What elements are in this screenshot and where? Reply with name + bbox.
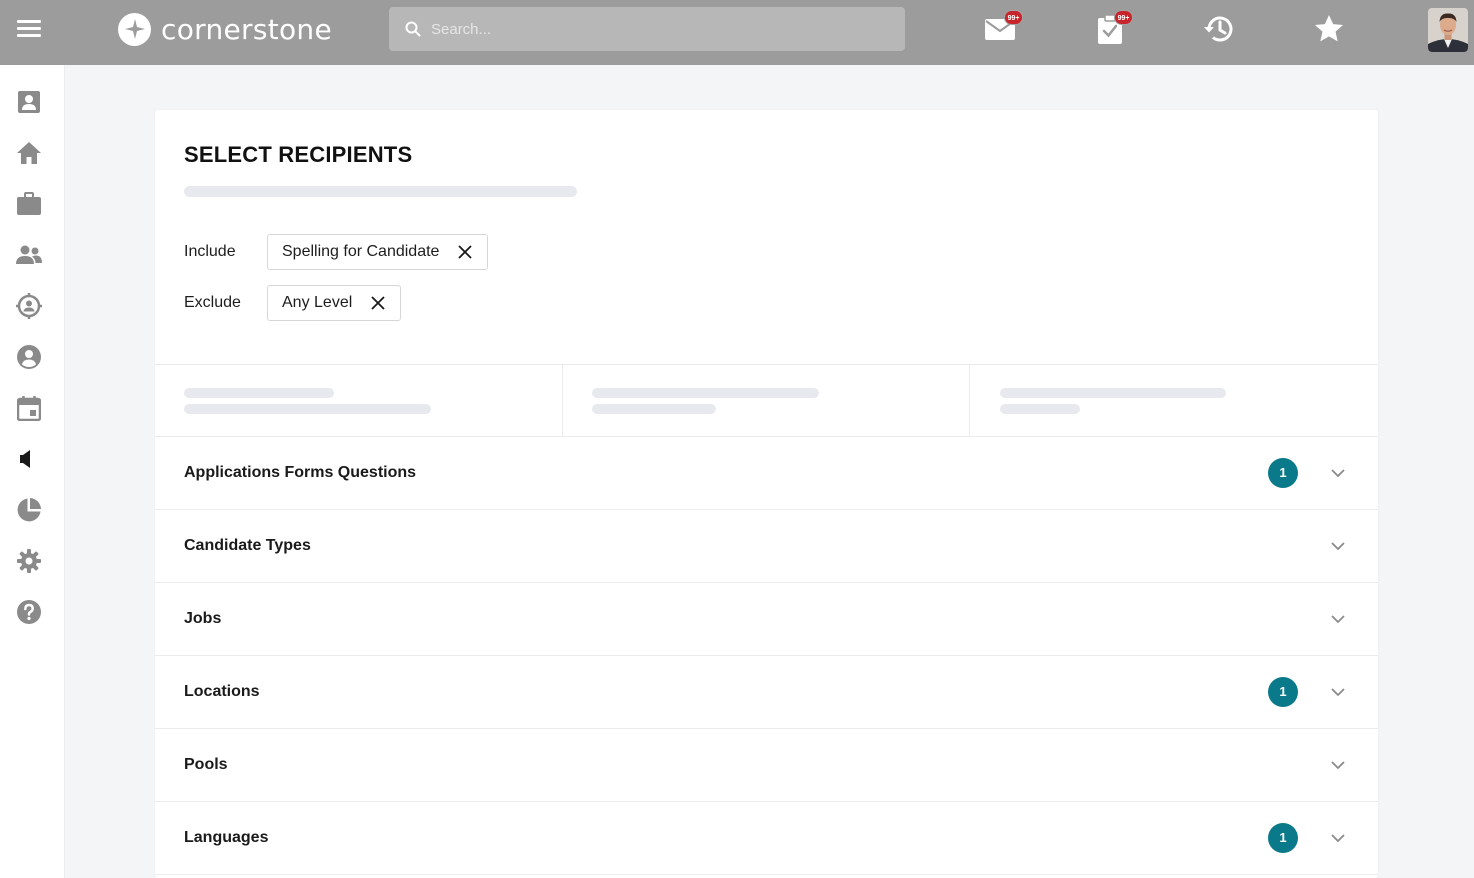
section-languages[interactable]: Languages 1 <box>155 802 1378 875</box>
sidebar-item-profile[interactable] <box>14 87 44 117</box>
chevron-down-icon[interactable] <box>1330 757 1346 773</box>
gear-icon <box>17 549 41 573</box>
pie-chart-icon <box>17 498 41 522</box>
history-icon <box>1204 16 1233 42</box>
target-person-icon <box>16 293 42 319</box>
sidebar-item-people[interactable] <box>14 240 44 270</box>
sidebar-item-campaigns[interactable] <box>14 444 44 474</box>
section-label: Pools <box>184 756 228 773</box>
search-bar[interactable] <box>389 7 905 51</box>
calendar-icon <box>17 396 41 421</box>
sidebar-item-help[interactable] <box>14 597 44 627</box>
loading-placeholder <box>184 404 431 414</box>
section-label: Jobs <box>184 610 222 627</box>
section-label: Applications Forms Questions <box>184 464 417 481</box>
sidebar-item-sourcing[interactable] <box>14 291 44 321</box>
cornerstone-logo[interactable]: cornerstone <box>118 12 332 46</box>
tasks-button[interactable]: 99+ <box>1090 10 1133 48</box>
help-icon <box>17 600 41 624</box>
stats-strip <box>155 364 1378 437</box>
section-candidate-types[interactable]: Candidate Types <box>155 510 1378 583</box>
sidebar-item-candidates[interactable] <box>14 342 44 372</box>
include-chip-value: Spelling for Candidate <box>282 243 440 260</box>
megaphone-icon <box>20 450 30 468</box>
menu-icon[interactable] <box>17 20 41 38</box>
exclude-label: Exclude <box>184 294 241 311</box>
page-title: SELECT RECIPIENTS <box>184 142 413 167</box>
sidebar-item-reports[interactable] <box>14 495 44 525</box>
profile-card-icon <box>18 91 40 113</box>
select-recipients-card: SELECT RECIPIENTS Include Spelling for C… <box>155 110 1378 878</box>
count-badge: 1 <box>1268 823 1298 853</box>
favorites-button[interactable] <box>1309 10 1349 48</box>
loading-placeholder <box>1000 388 1226 398</box>
include-label: Include <box>184 243 236 260</box>
history-button[interactable] <box>1199 10 1239 48</box>
sidebar-item-home[interactable] <box>14 138 44 168</box>
top-bar: cornerstone 99+ 99+ <box>0 0 1474 65</box>
section-label: Languages <box>184 829 269 846</box>
loading-placeholder <box>184 186 577 197</box>
user-avatar[interactable] <box>1428 8 1468 52</box>
sidebar-item-settings[interactable] <box>14 546 44 576</box>
loading-placeholder <box>592 404 716 414</box>
section-jobs[interactable]: Jobs <box>155 583 1378 656</box>
mail-badge: 99+ <box>1004 10 1023 25</box>
people-icon <box>16 245 42 264</box>
chevron-down-icon[interactable] <box>1330 465 1346 481</box>
sidebar-item-jobs[interactable] <box>14 189 44 219</box>
sidebar-item-calendar[interactable] <box>14 393 44 423</box>
mail-button[interactable]: 99+ <box>980 10 1023 48</box>
remove-include-button[interactable] <box>457 244 473 260</box>
loading-placeholder <box>592 388 819 398</box>
loading-placeholder <box>1000 404 1080 414</box>
include-chip: Spelling for Candidate <box>267 234 489 270</box>
search-input[interactable] <box>431 20 871 38</box>
remove-exclude-button[interactable] <box>370 295 386 311</box>
close-icon <box>371 296 385 310</box>
star-icon <box>1315 15 1343 42</box>
chevron-down-icon[interactable] <box>1330 684 1346 700</box>
chevron-down-icon[interactable] <box>1330 830 1346 846</box>
tasks-badge: 99+ <box>1114 10 1133 25</box>
left-sidebar <box>0 65 65 878</box>
chevron-down-icon[interactable] <box>1330 611 1346 627</box>
close-icon <box>458 245 473 259</box>
exclude-chip: Any Level <box>267 285 402 321</box>
home-icon <box>17 142 41 164</box>
logo-mark-icon <box>118 12 151 46</box>
section-label: Locations <box>184 683 260 700</box>
brand-name: cornerstone <box>161 12 332 46</box>
section-pools[interactable]: Pools <box>155 729 1378 802</box>
section-applications-forms-questions[interactable]: Applications Forms Questions 1 <box>155 437 1378 510</box>
section-label: Candidate Types <box>184 537 311 554</box>
chevron-down-icon[interactable] <box>1330 538 1346 554</box>
count-badge: 1 <box>1268 677 1298 707</box>
loading-placeholder <box>184 388 334 398</box>
briefcase-icon <box>17 192 41 215</box>
user-circle-icon <box>17 345 41 369</box>
section-locations[interactable]: Locations 1 <box>155 656 1378 729</box>
exclude-chip-value: Any Level <box>282 294 353 311</box>
count-badge: 1 <box>1268 458 1298 488</box>
search-icon <box>405 21 421 37</box>
